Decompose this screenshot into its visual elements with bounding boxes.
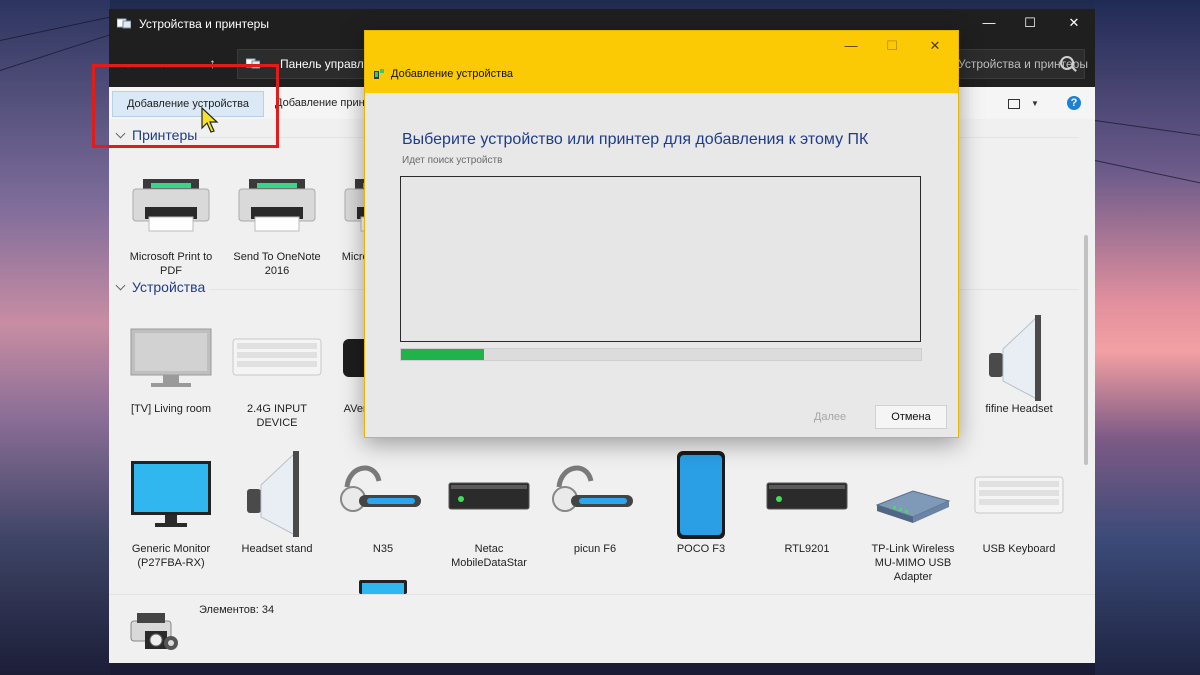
tv-icon [130, 328, 212, 387]
device-list[interactable] [400, 176, 921, 342]
device-label: N35 [372, 543, 394, 555]
device-label: Generic Monitor (P27FBA-RX) [131, 543, 211, 569]
monitor-icon [359, 580, 407, 594]
next-button[interactable]: Далее [795, 407, 865, 427]
dialog-close-button[interactable]: ✕ [925, 38, 945, 54]
devices-printers-icon [130, 613, 178, 650]
printer-icon [132, 179, 210, 232]
dialog-subtext: Идет поиск устройств [402, 155, 503, 166]
keyboard-icon [232, 338, 322, 376]
search-icon[interactable] [1060, 56, 1074, 70]
chevron-down-icon[interactable]: ▼ [1031, 99, 1039, 108]
group-header-devices[interactable]: Устройства [113, 279, 205, 295]
keyboard-icon [974, 476, 1064, 514]
view-icon[interactable] [1008, 99, 1020, 109]
minimize-button[interactable]: — [979, 14, 999, 32]
printer-icon [238, 179, 316, 232]
drive-icon [766, 482, 848, 510]
search-progress-bar [400, 348, 922, 361]
wallpaper-right [1095, 0, 1200, 675]
add-device-icon [374, 69, 384, 79]
device-label: TP-Link Wireless MU-MIMO USB Adapter [871, 543, 955, 583]
group-label: Устройства [132, 279, 206, 295]
dialog-minimize-button[interactable]: — [841, 38, 861, 53]
address-text: Панель управле [280, 57, 371, 71]
maximize-button[interactable]: ☐ [1020, 14, 1040, 32]
cancel-button[interactable]: Отмена [875, 405, 947, 429]
device-label: Headset stand [241, 543, 313, 555]
device-label: [TV] Living room [130, 403, 212, 415]
device-label: Microsoft Print to PDF [129, 251, 213, 277]
device-label: picun F6 [573, 543, 617, 555]
device-label: Send To OneNote 2016 [233, 251, 321, 277]
dialog-title: Добавление устройства [391, 68, 514, 80]
help-icon[interactable]: ? [1067, 96, 1081, 110]
headset-icon [340, 465, 421, 512]
device-label: 2.4G INPUT DEVICE [247, 403, 307, 429]
item-count: Элементов: 34 [199, 604, 275, 616]
device-label: POCO F3 [676, 543, 726, 555]
cursor-icon [201, 106, 219, 133]
device-label: fifine Headset [985, 403, 1053, 415]
dialog-title-bar: — ☐ ✕ Добавление устройства [365, 31, 958, 93]
network-adapter-icon [875, 490, 951, 523]
speaker-icon [247, 451, 299, 537]
devices-printers-icon [117, 18, 131, 29]
drive-icon [448, 482, 530, 510]
scrollbar[interactable] [1084, 235, 1088, 465]
dialog-maximize-button[interactable]: ☐ [882, 38, 902, 54]
progress-fill [401, 349, 485, 360]
monitor-icon [131, 461, 211, 527]
status-bar: Элементов: 34 [109, 594, 1095, 663]
add-device-dialog: — ☐ ✕ Добавление устройства Выберите уст… [364, 30, 959, 438]
speaker-icon [989, 315, 1041, 401]
phone-icon [677, 451, 725, 539]
device-label: RTL9201 [784, 543, 830, 555]
device-label: USB Keyboard [982, 543, 1056, 555]
highlight-box [92, 64, 279, 148]
device-label: Netac MobileDataStar [451, 543, 527, 569]
close-button[interactable]: ✕ [1064, 14, 1084, 32]
dialog-heading: Выберите устройство или принтер для доба… [402, 131, 869, 148]
search-input[interactable]: Устройства и принтеры [949, 49, 1088, 79]
chevron-down-icon [115, 280, 126, 291]
window-title: Устройства и принтеры [139, 17, 269, 31]
headset-icon [552, 465, 633, 512]
